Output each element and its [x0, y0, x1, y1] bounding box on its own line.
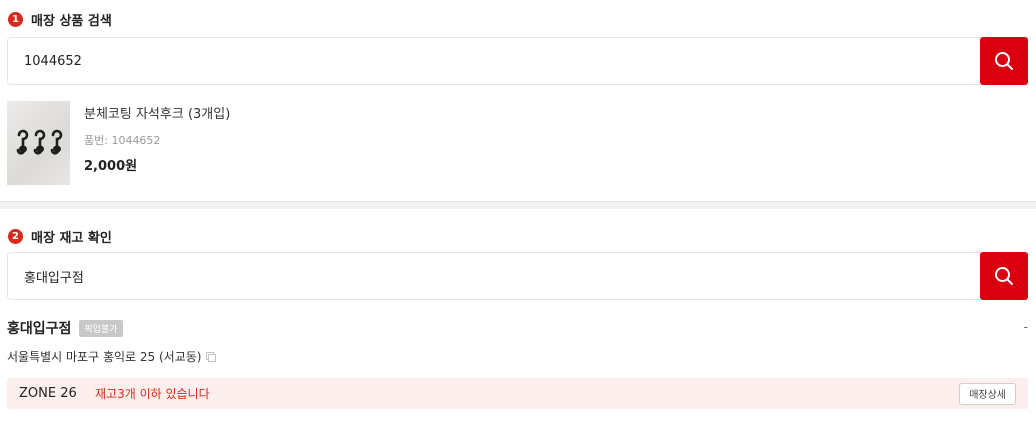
product-code: 품번: 1044652 — [84, 134, 161, 147]
stock-zone: ZONE 26 — [19, 386, 77, 401]
product-search-box — [7, 37, 980, 85]
store-search-row — [7, 252, 1028, 300]
product-info: 분체코팅 자석후크 (3개입) 품번: 1044652 2,000원 — [84, 101, 230, 185]
pickup-status-badge: 픽업불가 — [79, 319, 123, 337]
section-title-text: 매장 상품 검색 — [31, 14, 112, 29]
section-title-text: 매장 재고 확인 — [31, 231, 112, 246]
store-address-text: 서울특별시 마포구 홍익로 25 (서교동) — [7, 350, 202, 364]
store-search-box — [7, 252, 980, 300]
search-icon — [995, 267, 1013, 285]
product-search-input[interactable] — [24, 53, 980, 69]
store-distance: - — [1023, 320, 1028, 334]
product-thumbnail — [7, 101, 70, 185]
section-title-stock-check: 2 매장 재고 확인 — [8, 227, 112, 246]
product-search-button[interactable] — [980, 37, 1028, 85]
product-result[interactable]: 분체코팅 자석후크 (3개입) 품번: 1044652 2,000원 — [7, 101, 230, 185]
step-number-2: 2 — [8, 229, 23, 244]
product-search-row — [7, 37, 1028, 85]
store-name: 홍대입구점 — [7, 321, 72, 337]
store-search-button[interactable] — [980, 252, 1028, 300]
stock-status-bar: ZONE 26 재고3개 이하 있습니다 매장상세 — [7, 378, 1028, 409]
step-number-1: 1 — [8, 12, 23, 27]
store-header: 홍대입구점 픽업불가 — [7, 318, 123, 338]
product-price: 2,000원 — [84, 159, 138, 174]
section-title-product-search: 1 매장 상품 검색 — [8, 10, 112, 29]
store-detail-button[interactable]: 매장상세 — [959, 382, 1016, 405]
copy-icon[interactable] — [206, 351, 217, 362]
section-divider — [0, 201, 1036, 209]
store-search-input[interactable] — [24, 268, 980, 284]
product-name: 분체코팅 자석후크 (3개입) — [84, 107, 231, 122]
stock-message: 재고3개 이하 있습니다 — [95, 387, 210, 401]
store-address: 서울특별시 마포구 홍익로 25 (서교동) — [7, 348, 217, 365]
search-icon — [995, 52, 1013, 70]
